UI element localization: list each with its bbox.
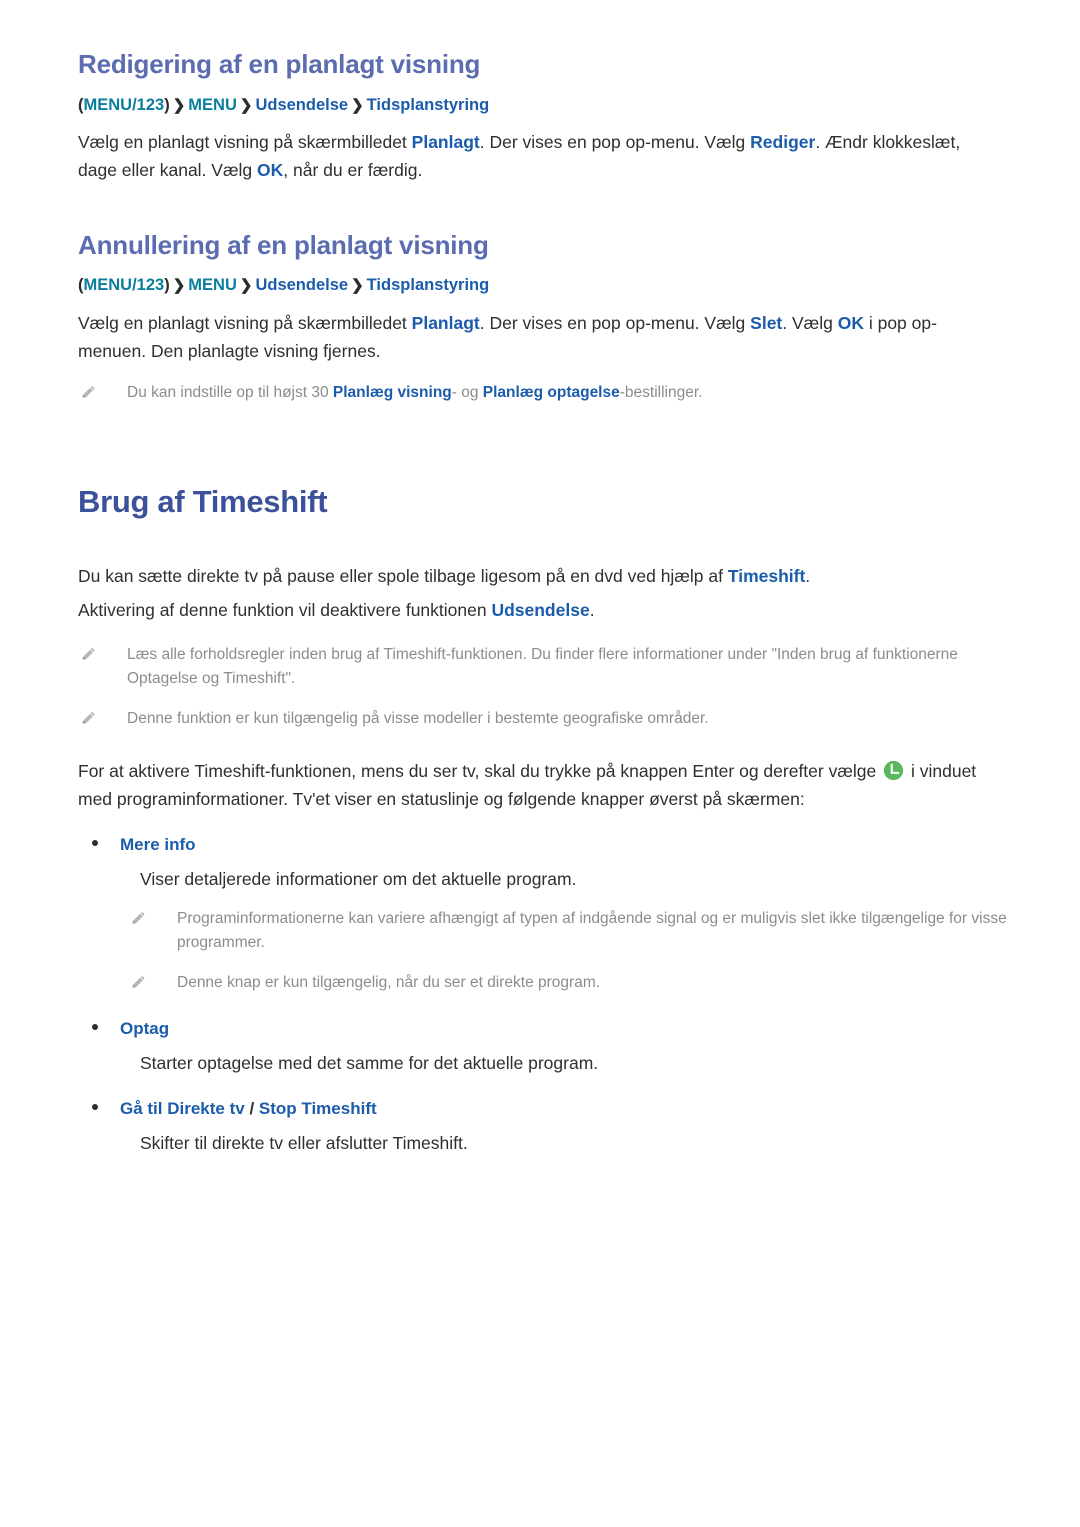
text-fragment: , når du er færdig. bbox=[283, 160, 423, 181]
list-item: Mere info Viser detaljerede informatione… bbox=[78, 835, 1020, 995]
pencil-icon bbox=[80, 645, 97, 662]
text-fragment: - og bbox=[451, 384, 483, 402]
breadcrumb-close-paren: ) bbox=[164, 95, 170, 114]
timeshift-button-list: Mere info Viser detaljerede informatione… bbox=[78, 835, 1020, 1157]
breadcrumb-menu123: MENU/123 bbox=[83, 95, 165, 114]
text-fragment: -bestillinger. bbox=[619, 384, 703, 402]
keyword-slet: Slet bbox=[750, 312, 783, 333]
text-fragment: Aktivering af denne funktion vil deaktiv… bbox=[78, 600, 492, 621]
document-page: Redigering af en planlagt visning (MENU/… bbox=[0, 0, 1080, 1527]
text-fragment: Du kan indstille op til højst 30 bbox=[127, 384, 333, 402]
note-planlaeg-limit: Du kan indstille op til højst 30 Planlæg… bbox=[78, 381, 1020, 405]
bullet-row-mere-info: Mere info bbox=[78, 835, 1020, 855]
breadcrumb-close-paren: ) bbox=[164, 276, 170, 295]
chevron-right-icon: ❯ bbox=[172, 277, 186, 295]
chevron-right-icon: ❯ bbox=[239, 277, 253, 295]
list-item: Gå til Direkte tv / Stop Timeshift Skift… bbox=[78, 1099, 1020, 1157]
breadcrumb-tidsplanstyring: Tidsplanstyring bbox=[366, 95, 490, 114]
text-fragment: . Vælg bbox=[782, 312, 838, 333]
keyword-ok: OK bbox=[837, 312, 864, 333]
breadcrumb-menu: MENU bbox=[188, 95, 237, 114]
paragraph-redigering-body: Vælg en planlagt visning på skærmbillede… bbox=[78, 128, 983, 185]
chevron-right-icon: ❯ bbox=[351, 96, 364, 114]
keyword-ok: OK bbox=[257, 160, 284, 181]
keyword-rediger: Rediger bbox=[750, 131, 816, 152]
keyword-planlagt: Planlagt bbox=[411, 131, 480, 152]
paragraph-intro-1: Du kan sætte direkte tv på pause eller s… bbox=[78, 562, 1008, 590]
section-heading-annullering: Annullering af en planlagt visning bbox=[78, 229, 489, 260]
bullet-row-ga-til-direkte-tv: Gå til Direkte tv / Stop Timeshift bbox=[78, 1099, 1020, 1119]
text-fragment: . Der vises en pop op-menu. Vælg bbox=[479, 312, 751, 333]
breadcrumb-redigering: (MENU/123) ❯ MENU ❯ Udsendelse ❯ Tidsplanstyri… bbox=[78, 95, 1020, 116]
button-desc-mere-info: Viser detaljerede informationer om det a… bbox=[140, 869, 577, 890]
breadcrumb-udsendelse: Udsendelse bbox=[255, 95, 349, 114]
text-fragment: For at aktivere Timeshift-funktionen, me… bbox=[78, 760, 882, 781]
label-alternate: Stop Timeshift bbox=[258, 1099, 377, 1119]
note-text: Du kan indstille op til højst 30 Planlæg… bbox=[127, 381, 702, 405]
timeshift-green-icon bbox=[883, 760, 904, 781]
pencil-icon bbox=[130, 973, 147, 990]
bullet-dot-icon bbox=[92, 1024, 98, 1031]
keyword-timeshift: Timeshift bbox=[727, 566, 806, 587]
button-desc-optag: Starter optagelse med det samme for det … bbox=[140, 1053, 599, 1074]
pencil-icon bbox=[80, 709, 97, 726]
breadcrumb-menu: MENU bbox=[188, 276, 237, 295]
keyword-planlaeg-optagelse: Planlæg optagelse bbox=[482, 384, 620, 402]
chevron-right-icon: ❯ bbox=[239, 96, 253, 114]
button-desc-ga-til-direkte-tv: Skifter til direkte tv eller afslutter T… bbox=[140, 1133, 468, 1154]
text-fragment: Du kan sætte direkte tv på pause eller s… bbox=[78, 566, 728, 587]
breadcrumb-menu123: MENU/123 bbox=[83, 276, 165, 295]
note-text: Programinformationerne kan variere afhæn… bbox=[177, 910, 1007, 952]
text-fragment: Vælg en planlagt visning på skærmbillede… bbox=[78, 131, 412, 152]
list-item: Optag Starter optagelse med det samme fo… bbox=[78, 1019, 1020, 1077]
note-text: Denne funktion er kun tilgængelig på vis… bbox=[127, 709, 709, 727]
breadcrumb-annullering: (MENU/123) ❯ MENU ❯ Udsendelse ❯ Tidsplanstyri… bbox=[78, 275, 1020, 296]
button-label-mere-info: Mere info bbox=[120, 835, 196, 855]
button-label-optag: Optag bbox=[120, 1019, 170, 1039]
note-availability: Denne funktion er kun tilgængelig på vis… bbox=[78, 707, 1020, 731]
note-text: Læs alle forholdsregler inden brug af Ti… bbox=[127, 645, 958, 687]
breadcrumb-udsendelse: Udsendelse bbox=[255, 276, 349, 295]
chevron-right-icon: ❯ bbox=[351, 277, 364, 295]
bullet-dot-icon bbox=[92, 840, 98, 847]
paragraph-intro-2: Aktivering af denne funktion vil deaktiv… bbox=[78, 596, 1008, 624]
label-separator: / bbox=[244, 1099, 259, 1119]
label-primary: Gå til Direkte tv bbox=[120, 1099, 245, 1119]
bullet-dot-icon bbox=[92, 1104, 98, 1111]
pencil-icon bbox=[80, 383, 97, 400]
note-precautions: Læs alle forholdsregler inden brug af Ti… bbox=[78, 643, 1020, 691]
keyword-planlaeg-visning: Planlæg visning bbox=[332, 384, 452, 402]
note-text: Denne knap er kun tilgængelig, når du se… bbox=[177, 974, 601, 992]
bullet-row-optag: Optag bbox=[78, 1019, 1020, 1039]
paragraph-activate-timeshift: For at aktivere Timeshift-funktionen, me… bbox=[78, 757, 1008, 814]
keyword-udsendelse: Udsendelse bbox=[491, 600, 590, 621]
text-fragment: . Der vises en pop op-menu. Vælg bbox=[479, 131, 751, 152]
note-program-info-varies: Programinformationerne kan variere afhæn… bbox=[78, 907, 1020, 955]
keyword-planlagt: Planlagt bbox=[411, 312, 480, 333]
text-fragment: Vælg en planlagt visning på skærmbillede… bbox=[78, 312, 412, 333]
page-title: Brug af Timeshift bbox=[78, 484, 328, 520]
paragraph-annullering-body: Vælg en planlagt visning på skærmbillede… bbox=[78, 309, 983, 366]
chevron-right-icon: ❯ bbox=[172, 96, 186, 114]
breadcrumb-tidsplanstyring: Tidsplanstyring bbox=[366, 276, 490, 295]
button-label-ga-til-direkte-tv: Gå til Direkte tv / Stop Timeshift bbox=[120, 1099, 377, 1119]
text-fragment: . bbox=[805, 566, 811, 587]
text-fragment: . bbox=[589, 600, 595, 621]
section-heading-redigering: Redigering af en planlagt visning bbox=[78, 49, 481, 79]
note-live-program-only: Denne knap er kun tilgængelig, når du se… bbox=[78, 971, 1020, 995]
pencil-icon bbox=[130, 909, 147, 926]
